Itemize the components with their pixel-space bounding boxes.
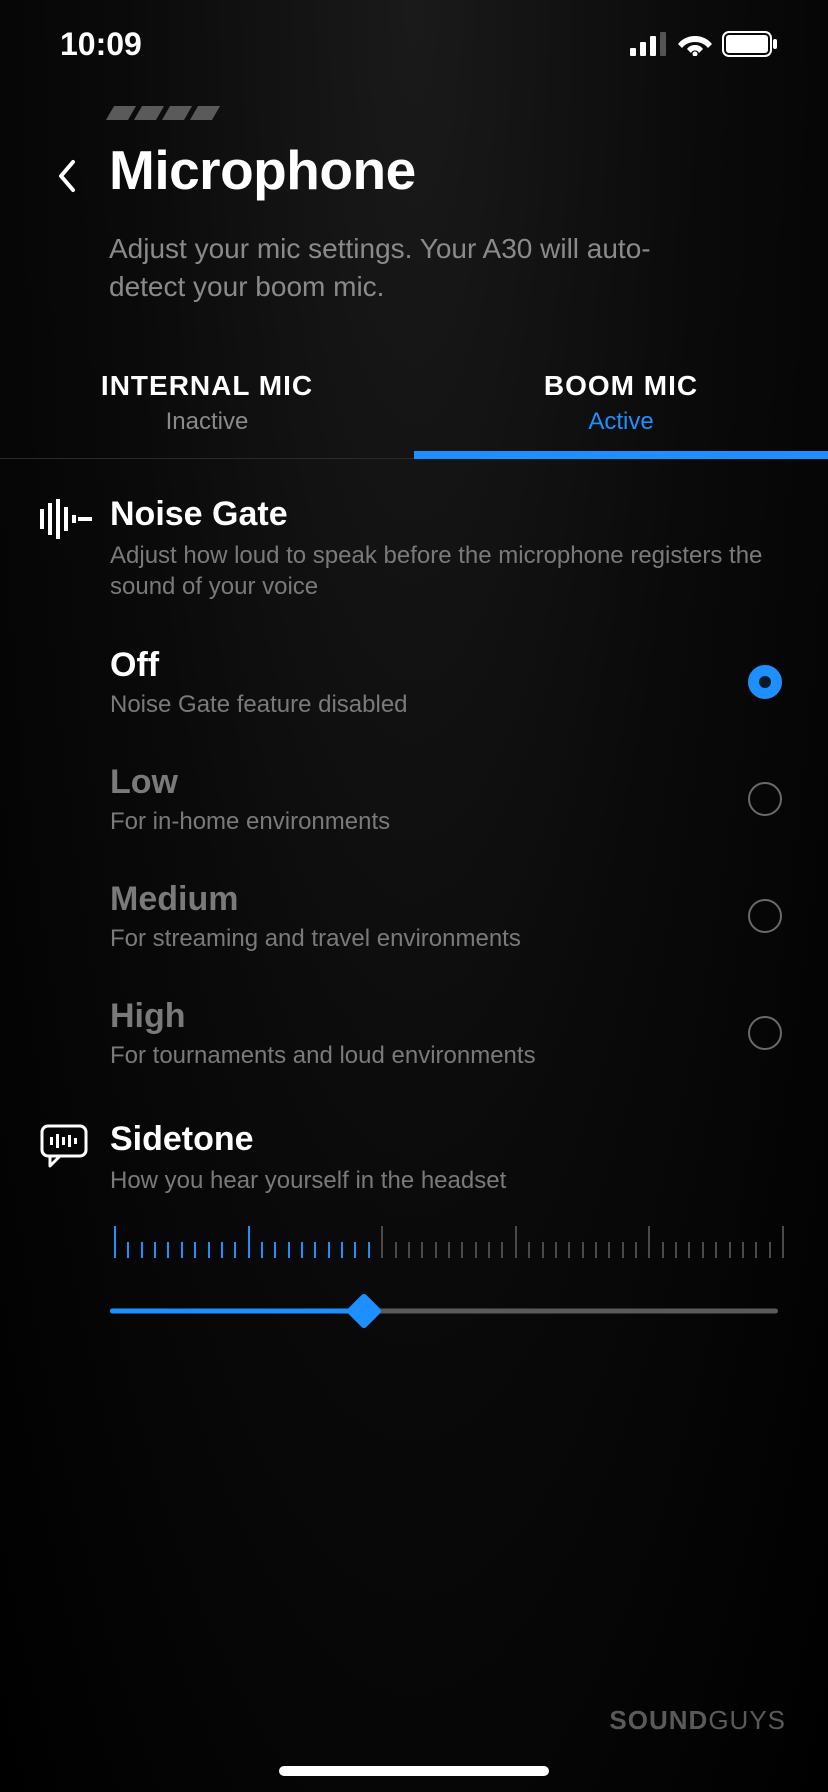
wifi-icon xyxy=(678,32,712,56)
slider-fill xyxy=(110,1309,364,1314)
option-medium[interactable]: Medium For streaming and travel environm… xyxy=(110,880,788,997)
status-time: 10:09 xyxy=(60,26,142,63)
option-desc: For streaming and travel environments xyxy=(110,925,748,953)
watermark-light: GUYS xyxy=(708,1705,786,1735)
sidetone-slider[interactable] xyxy=(110,1296,778,1326)
battery-icon xyxy=(722,31,778,57)
sidetone-icon xyxy=(40,1120,110,1326)
watermark-bold: SOUND xyxy=(609,1705,708,1735)
slider-thumb[interactable] xyxy=(345,1293,382,1330)
option-off[interactable]: Off Noise Gate feature disabled xyxy=(110,646,788,763)
sidetone-title: Sidetone xyxy=(110,1120,788,1159)
status-icons xyxy=(630,31,778,57)
page-header: Microphone Adjust your mic settings. You… xyxy=(0,120,828,306)
mic-tabs: INTERNAL MIC Inactive BOOM MIC Active xyxy=(0,370,828,459)
cellular-icon xyxy=(630,32,668,56)
back-icon[interactable] xyxy=(55,158,79,194)
option-desc: For in-home environments xyxy=(110,808,748,836)
brand-stripes xyxy=(110,106,828,120)
option-desc: For tournaments and loud environments xyxy=(110,1042,748,1070)
tab-boom-mic[interactable]: BOOM MIC Active xyxy=(414,370,828,458)
page-title: Microphone xyxy=(109,138,778,202)
radio-icon xyxy=(748,782,782,816)
radio-icon xyxy=(748,665,782,699)
noise-gate-options: Off Noise Gate feature disabled Low For … xyxy=(110,646,788,1114)
option-title: Low xyxy=(110,763,748,802)
page-subtitle: Adjust your mic settings. Your A30 will … xyxy=(109,230,719,306)
option-title: High xyxy=(110,997,748,1036)
tab-label: BOOM MIC xyxy=(414,370,828,402)
option-low[interactable]: Low For in-home environments xyxy=(110,763,788,880)
noise-gate-icon xyxy=(40,495,110,1114)
noise-gate-desc: Adjust how loud to speak before the micr… xyxy=(110,540,788,602)
sidetone-desc: How you hear yourself in the headset xyxy=(110,1165,788,1196)
tab-label: INTERNAL MIC xyxy=(0,370,414,402)
status-bar: 10:09 xyxy=(0,0,828,88)
radio-icon xyxy=(748,899,782,933)
tab-internal-mic[interactable]: INTERNAL MIC Inactive xyxy=(0,370,414,458)
noise-gate-title: Noise Gate xyxy=(110,495,788,534)
watermark: SOUNDGUYS xyxy=(609,1705,786,1736)
option-desc: Noise Gate feature disabled xyxy=(110,691,748,719)
radio-icon xyxy=(748,1016,782,1050)
option-title: Medium xyxy=(110,880,748,919)
sidetone-scale xyxy=(110,1222,788,1258)
noise-gate-section: Noise Gate Adjust how loud to speak befo… xyxy=(0,459,828,1114)
tab-status: Inactive xyxy=(0,408,414,436)
home-indicator[interactable] xyxy=(279,1766,549,1776)
option-title: Off xyxy=(110,646,748,685)
sidetone-section: Sidetone How you hear yourself in the he… xyxy=(0,1114,828,1326)
tab-status: Active xyxy=(414,408,828,436)
option-high[interactable]: High For tournaments and loud environmen… xyxy=(110,997,788,1114)
